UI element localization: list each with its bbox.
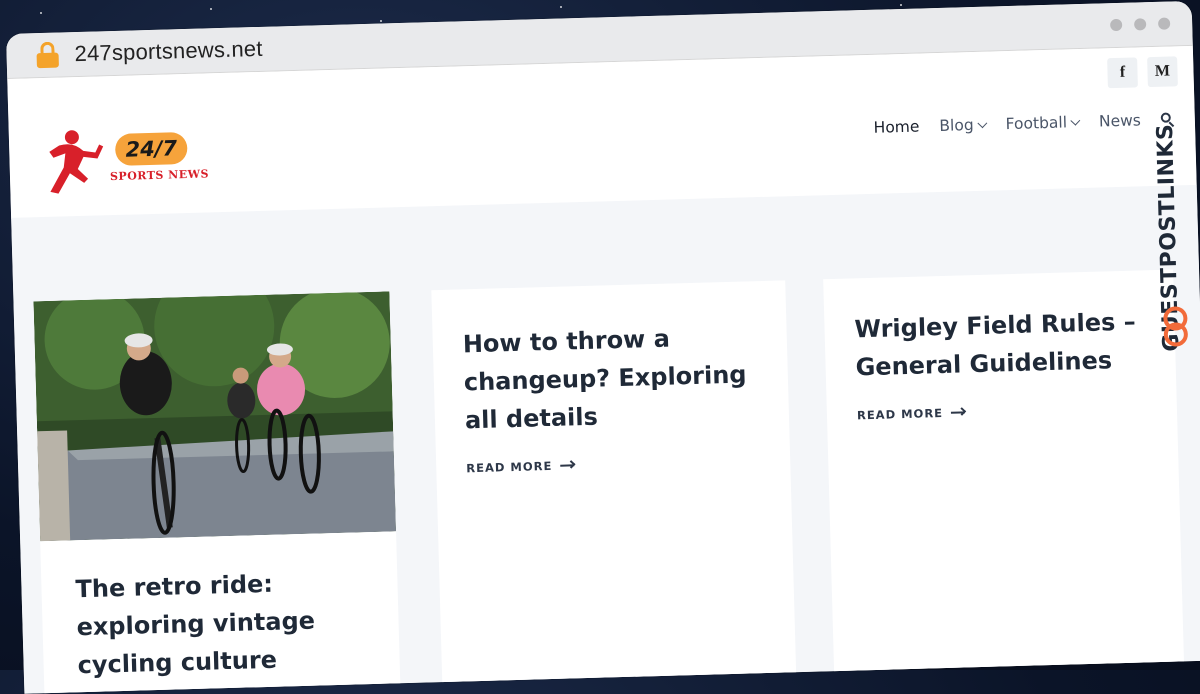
read-more-link[interactable]: READ MORE [466,453,760,475]
runner-logo-icon [49,130,104,194]
site-logo[interactable]: 24/7 SPORTS NEWS [39,123,221,198]
nav-item-blog[interactable]: Blog [939,116,988,135]
post-card: How to throw a changeup? Exploring all d… [431,280,797,694]
post-title[interactable]: How to throw a changeup? Exploring all d… [462,317,759,439]
read-more-label: READ MORE [466,458,553,476]
chain-link-icon [1163,306,1188,347]
arrow-right-icon [951,411,966,414]
window-controls [1110,17,1171,32]
window-dot-icon[interactable] [1110,18,1123,32]
main-navigation: Home Blog Football News [873,110,1175,137]
post-card: The retro ride: exploring vintage cyclin… [33,291,402,694]
post-card: Wrigley Field Rules – General Guidelines… [823,269,1185,694]
arrow-right-icon [560,464,575,467]
chevron-down-icon [1070,115,1081,126]
logo-tagline: SPORTS NEWS [109,167,210,184]
window-dot-icon[interactable] [1157,17,1171,30]
nav-item-football[interactable]: Football [1005,113,1081,134]
posts-area: The retro ride: exploring vintage cyclin… [11,184,1200,694]
lock-icon [36,41,59,69]
window-dot-icon[interactable] [1134,18,1147,31]
read-more-label: READ MORE [856,405,944,423]
post-title[interactable]: The retro ride: exploring vintage cyclin… [75,562,366,684]
logo-badge: 24/7 [114,131,188,166]
nav-item-news[interactable]: News [1099,111,1141,130]
address-bar-url[interactable]: 247sportsnews.net [74,36,263,67]
nav-label: Blog [939,116,974,135]
facebook-icon[interactable]: f [1107,57,1138,89]
post-thumbnail[interactable] [33,291,397,542]
nav-label: Home [873,117,920,137]
nav-label: Football [1005,113,1068,134]
browser-window: 247sportsnews.net f M 24/7 SPORTS NEWS H… [6,0,1200,694]
nav-item-home[interactable]: Home [873,118,919,137]
read-more-link[interactable]: READ MORE [857,400,1147,422]
chevron-down-icon [977,118,988,129]
post-title[interactable]: Wrigley Field Rules – General Guidelines [854,302,1146,386]
nav-label: News [1098,111,1142,131]
